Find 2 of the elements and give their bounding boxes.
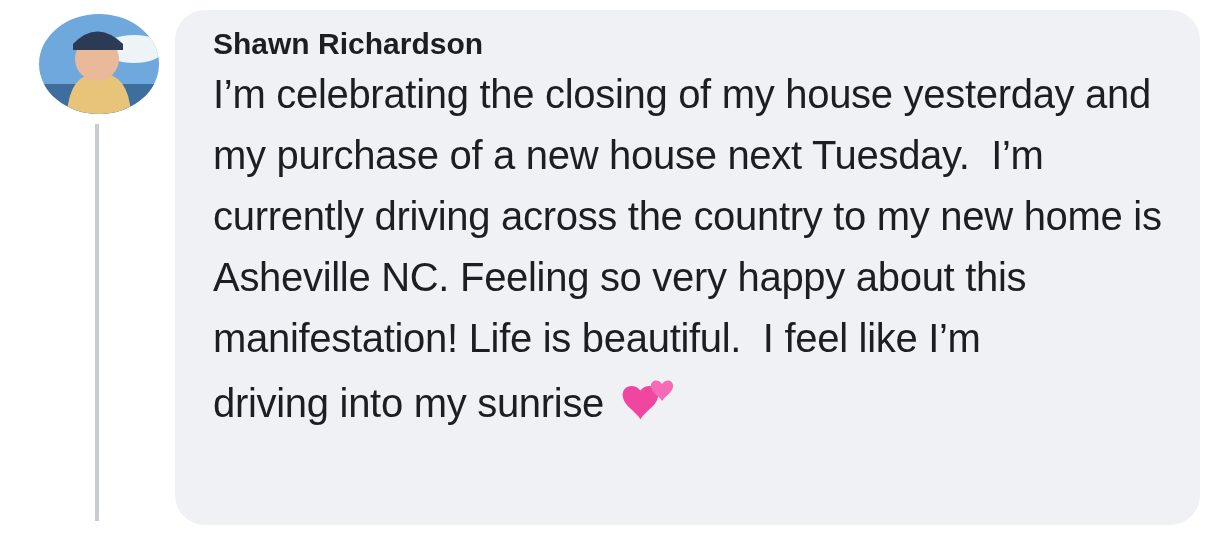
author-name[interactable]: Shawn Richardson	[213, 24, 1180, 64]
comment-text: driving into my sunrise	[213, 380, 605, 427]
